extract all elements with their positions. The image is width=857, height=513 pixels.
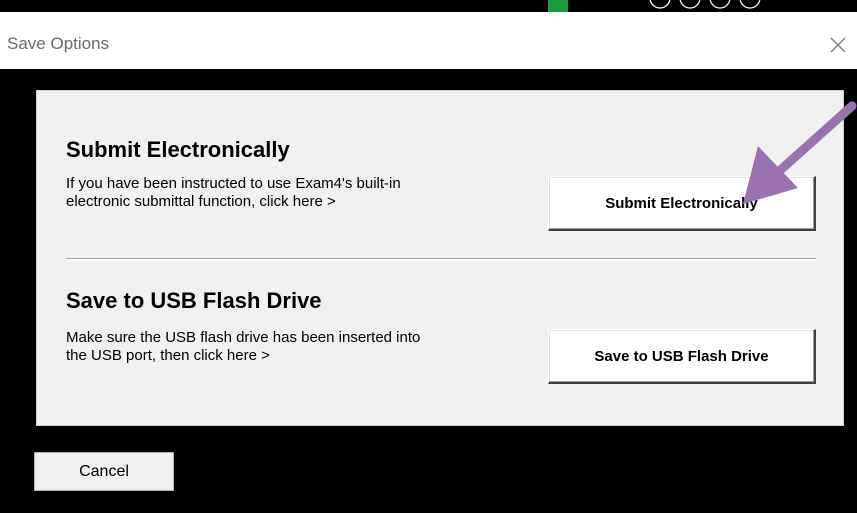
usb-section-description: Make sure the USB flash drive has been i… bbox=[66, 329, 546, 365]
submit-description-line: If you have been instructed to use Exam4… bbox=[66, 175, 401, 192]
submit-description-line: electronic submittal function, click her… bbox=[66, 193, 336, 210]
cancel-button[interactable]: Cancel bbox=[34, 452, 174, 491]
submit-section-heading: Submit Electronically bbox=[66, 137, 290, 162]
dialog-title: Save Options bbox=[7, 34, 110, 53]
dialog-titlebar: Save Options bbox=[0, 12, 857, 69]
background-app-strip bbox=[0, 0, 857, 12]
save-to-usb-button[interactable]: Save to USB Flash Drive bbox=[548, 329, 816, 384]
section-divider bbox=[66, 258, 816, 260]
close-icon[interactable] bbox=[826, 33, 850, 57]
usb-description-line: the USB port, then click here > bbox=[66, 347, 270, 364]
submit-electronically-button[interactable]: Submit Electronically bbox=[548, 176, 816, 231]
usb-section-heading: Save to USB Flash Drive bbox=[66, 288, 322, 313]
usb-description-line: Make sure the USB flash drive has been i… bbox=[66, 329, 421, 346]
background-circles-icon bbox=[649, 0, 761, 9]
background-green-block bbox=[548, 0, 568, 12]
submit-section-description: If you have been instructed to use Exam4… bbox=[66, 175, 546, 211]
